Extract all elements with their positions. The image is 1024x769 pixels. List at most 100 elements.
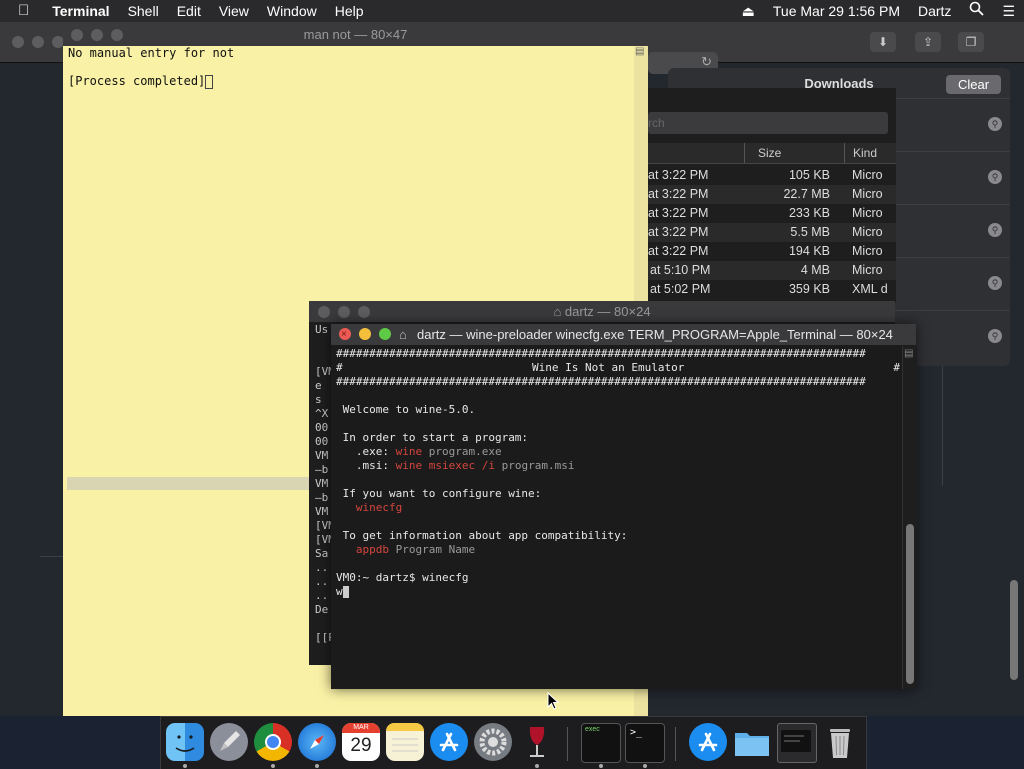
text-cursor <box>205 74 214 89</box>
compat-intro-line: To get information about app compatibili… <box>342 529 628 542</box>
row-size: 359 KB <box>788 282 830 296</box>
magnifier-icon[interactable]: ⚲ <box>988 170 1002 184</box>
zoom-button[interactable] <box>111 29 123 41</box>
background-divider <box>942 366 943 486</box>
app-store-folder-icon[interactable] <box>689 723 727 761</box>
config-command: winecfg <box>355 501 403 514</box>
finder-icon[interactable] <box>166 723 204 761</box>
row-kind: Micro <box>852 187 883 201</box>
share-icon: ⇪ <box>922 35 934 49</box>
menu-view[interactable]: View <box>210 0 258 22</box>
magnifier-icon[interactable]: ⚲ <box>988 329 1002 343</box>
magnifier-icon[interactable]: ⚲ <box>988 223 1002 237</box>
exe-command: wine <box>395 445 423 458</box>
launchpad-icon[interactable] <box>210 723 248 761</box>
home-icon: ⌂ <box>399 327 407 342</box>
dartz-window-titlebar[interactable]: ⌂ dartz — 80×24 <box>309 301 895 322</box>
exec-terminal-icon[interactable]: exec <box>581 723 621 763</box>
kind-column-header[interactable]: Kind <box>853 146 877 160</box>
file-list-window: rch Size Kind at 3:22 PM 105 KB Micro at 3… <box>648 88 896 303</box>
running-indicator <box>271 764 275 768</box>
table-row[interactable]: at 5:10 PM 4 MB Micro <box>648 261 896 280</box>
screen-icon[interactable] <box>777 723 817 763</box>
clock[interactable]: Tue Mar 29 1:56 PM <box>764 0 909 22</box>
folder-icon[interactable] <box>733 723 771 761</box>
dartz-window-title: dartz — 80×24 <box>564 304 651 319</box>
magnifier-icon[interactable]: ⚲ <box>988 276 1002 290</box>
welcome-line: Welcome to wine-5.0. <box>342 403 476 416</box>
bg-minimize-button[interactable] <box>32 36 44 48</box>
scroll-thumb[interactable] <box>906 524 914 684</box>
row-kind: Micro <box>852 263 883 277</box>
safari-icon[interactable] <box>298 723 336 761</box>
tabs-button[interactable]: ❐ <box>958 32 984 52</box>
background-scrollbar[interactable] <box>1010 580 1018 680</box>
menu-window[interactable]: Window <box>258 0 326 22</box>
man-terminal-output[interactable]: No manual entry for not [Process complet… <box>68 46 234 89</box>
table-row[interactable]: at 3:22 PM 5.5 MB Micro <box>648 223 896 242</box>
menu-edit[interactable]: Edit <box>168 0 210 22</box>
wine-window-titlebar[interactable]: × ⌂ dartz — wine-preloader winecfg.exe T… <box>331 324 916 345</box>
minimize-button[interactable] <box>359 328 371 340</box>
terminal-prompt: >_ <box>630 727 643 738</box>
running-indicator <box>183 764 187 768</box>
menu-shell[interactable]: Shell <box>119 0 168 22</box>
calendar-day: 29 <box>350 735 372 756</box>
hash-line: ########################################… <box>336 375 866 388</box>
row-size: 22.7 MB <box>783 187 830 201</box>
hash-line: ########################################… <box>336 347 866 360</box>
row-date: at 3:22 PM <box>648 225 709 239</box>
eject-icon[interactable]: ⏏ <box>733 0 764 22</box>
size-column-header[interactable]: Size <box>758 146 781 160</box>
app-store-icon[interactable] <box>430 723 468 761</box>
table-row[interactable]: at 3:22 PM 22.7 MB Micro <box>648 185 896 204</box>
close-button[interactable] <box>71 29 83 41</box>
running-indicator <box>643 764 647 768</box>
notes-icon[interactable] <box>386 723 424 761</box>
list-search-field[interactable]: rch <box>648 112 888 134</box>
close-icon: × <box>341 329 347 340</box>
row-size: 105 KB <box>788 168 830 182</box>
downloads-toolbar-button[interactable]: ⬇ <box>870 32 896 52</box>
apple-menu-icon[interactable]:  <box>0 0 43 22</box>
table-row[interactable]: at 3:22 PM 194 KB Micro <box>648 242 896 261</box>
menu-help[interactable]: Help <box>326 0 373 22</box>
close-button[interactable] <box>318 306 330 318</box>
table-row[interactable]: at 3:22 PM 105 KB Micro <box>648 166 896 185</box>
minimize-button[interactable] <box>91 29 103 41</box>
spotlight-search-icon[interactable] <box>960 0 993 22</box>
clear-button[interactable]: Clear <box>946 75 1001 94</box>
notification-center-icon[interactable]: ☰ <box>993 0 1024 22</box>
menu-app-name[interactable]: Terminal <box>43 0 118 22</box>
wine-icon[interactable] <box>518 723 556 761</box>
list-header: Size Kind <box>648 143 896 164</box>
zoom-button[interactable] <box>358 306 370 318</box>
minimize-button[interactable] <box>338 306 350 318</box>
share-button[interactable]: ⇪ <box>915 32 941 52</box>
table-row[interactable]: at 3:22 PM 233 KB Micro <box>648 204 896 223</box>
calendar-icon[interactable]: MAR 29 <box>342 723 380 761</box>
search-placeholder: rch <box>648 116 665 130</box>
row-date: at 5:02 PM <box>650 282 711 296</box>
magnifier-icon[interactable]: ⚲ <box>988 117 1002 131</box>
wine-vertical-scrollbar[interactable]: ▤ <box>902 346 917 689</box>
close-button[interactable]: × <box>339 328 351 340</box>
user-menu[interactable]: Dartz <box>909 0 960 22</box>
man-horizontal-scrollbar[interactable] <box>67 477 317 490</box>
process-completed-line: [Process completed] <box>68 74 206 88</box>
row-kind: Micro <box>852 225 883 239</box>
system-preferences-icon[interactable] <box>474 723 512 761</box>
bg-close-button[interactable] <box>12 36 24 48</box>
table-row[interactable]: at 5:02 PM 359 KB XML d <box>648 280 896 299</box>
chrome-icon[interactable] <box>254 723 292 761</box>
wine-terminal-output[interactable]: ########################################… <box>336 347 900 599</box>
trash-icon[interactable] <box>821 723 859 761</box>
exe-argument: program.exe <box>428 445 502 458</box>
running-indicator <box>535 764 539 768</box>
dock-separator <box>567 727 568 761</box>
terminal-icon[interactable]: >_ <box>625 723 665 763</box>
zoom-button[interactable] <box>379 328 391 340</box>
wine-window-title: dartz — wine-preloader winecfg.exe TERM_… <box>417 327 893 342</box>
man-window-titlebar[interactable]: man not — 80×47 <box>63 24 648 46</box>
msi-command: wine msiexec /i <box>395 459 495 472</box>
